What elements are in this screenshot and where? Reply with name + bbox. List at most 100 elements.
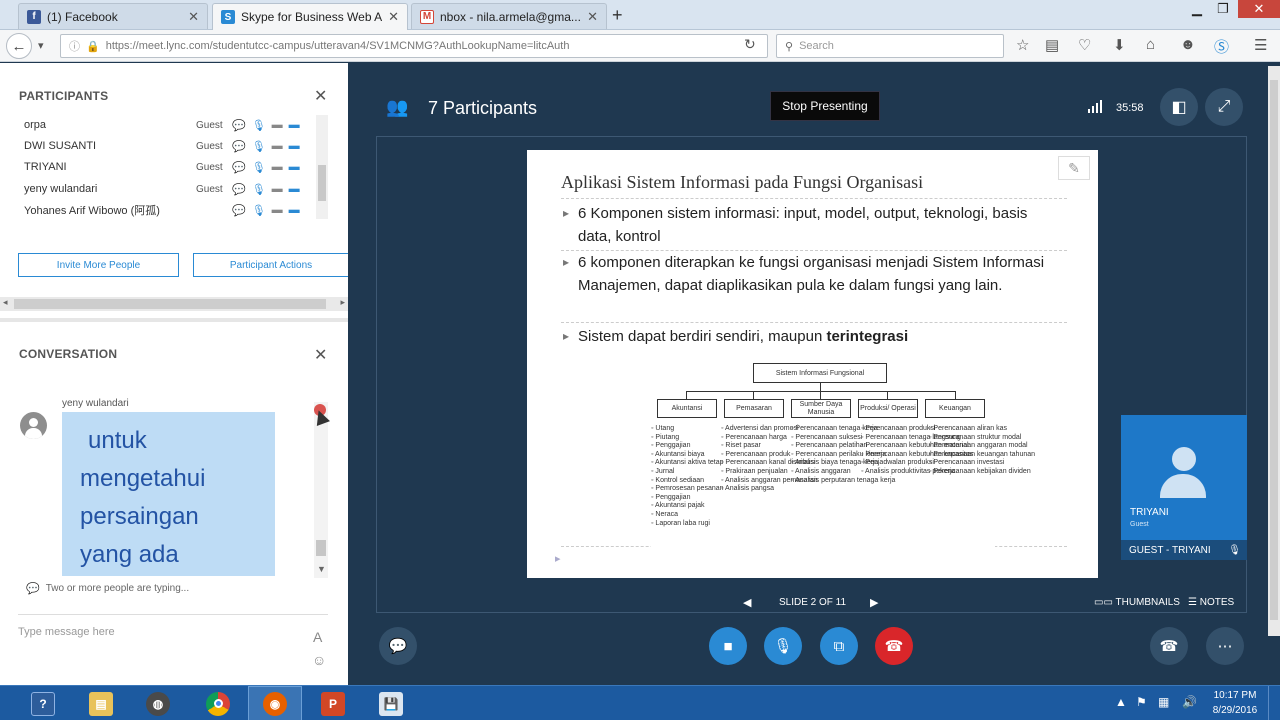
taskbar-chrome[interactable] <box>191 686 245 720</box>
globe-icon: ◍ <box>146 691 170 716</box>
stop-presenting-button[interactable]: Stop Presenting <box>770 91 880 121</box>
facebook-icon: f <box>27 9 41 24</box>
taskbar-clock[interactable]: 10:17 PM 8/29/2016 <box>1210 688 1260 718</box>
meeting-timer: 35:58 <box>1116 102 1144 114</box>
fullscreen-button[interactable]: ⤢ <box>1205 88 1243 126</box>
participants-scrollbar[interactable] <box>316 115 328 219</box>
scroll-right-icon[interactable]: ▸ <box>340 297 345 308</box>
bookmark-star-icon[interactable]: ☆ <box>1016 36 1029 54</box>
new-tab-button[interactable]: + <box>612 5 623 26</box>
notes-button[interactable]: ☰ NOTES <box>1188 597 1234 608</box>
close-participants-icon[interactable]: ✕ <box>314 86 327 106</box>
conversation-button[interactable]: 💬 <box>379 627 417 665</box>
info-icon[interactable]: ⓘ <box>69 38 80 54</box>
download-icon[interactable]: ⬇ <box>1113 36 1126 54</box>
participant-count[interactable]: 7 Participants <box>428 98 537 119</box>
close-tab-icon[interactable]: ✕ <box>188 9 199 25</box>
tab-gmail[interactable]: M nbox - nila.armela@gma... ✕ <box>411 3 607 29</box>
taskbar-globe[interactable]: ◍ <box>131 686 185 720</box>
skype-extension-icon[interactable]: Ⓢ <box>1214 36 1229 57</box>
font-format-icon[interactable]: A <box>313 629 322 645</box>
address-bar[interactable]: ⓘ 🔒 https://meet.lync.com/studentutcc-ca… <box>60 34 768 58</box>
minimize-button[interactable]: ▁ <box>1183 0 1211 18</box>
volume-icon[interactable]: 🔊 <box>1182 695 1197 709</box>
participant-row[interactable]: DWI SUSANTI Guest 💬 🎙 ▬ ▬ <box>24 136 324 156</box>
diagram-item: ◦ Perencanaan keuangan tahunan <box>929 450 1036 458</box>
diagram-item: ◦ Perencanaan investasi <box>929 459 1005 467</box>
participant-row[interactable]: Yohanes Arif Wibowo (阿孤) 💬 🎙 ▬ ▬ <box>24 200 324 220</box>
tab-title: (1) Facebook <box>47 9 118 24</box>
panel-divider[interactable] <box>0 318 348 322</box>
history-dropdown-icon[interactable]: ▾ <box>38 39 44 52</box>
call-controls-button[interactable]: ☎ <box>1150 627 1188 665</box>
window-close-button[interactable]: ✕ <box>1238 0 1280 18</box>
diagram-item: ◦ Perencanaan kebijakan dividen <box>929 467 1031 475</box>
camera-icon: ▬ <box>271 183 283 195</box>
reading-list-icon[interactable]: ▤ <box>1045 36 1059 54</box>
help-icon: ? <box>31 691 55 716</box>
start-button[interactable]: ? <box>16 686 70 720</box>
layout-view-button[interactable]: ◧ <box>1160 88 1198 126</box>
participant-row[interactable]: TRIYANI Guest 💬 🎙 ▬ ▬ <box>24 157 324 177</box>
scroll-down-icon[interactable]: ▼ <box>317 564 326 574</box>
participants-icon[interactable]: 👥 <box>386 97 408 118</box>
close-tab-icon[interactable]: ✕ <box>388 9 399 25</box>
close-tab-icon[interactable]: ✕ <box>587 9 598 25</box>
present-button[interactable]: ⧉ <box>820 627 858 665</box>
search-icon: ⚲ <box>785 40 794 53</box>
scroll-left-icon[interactable]: ◂ <box>3 297 8 308</box>
pen-annotation-icon[interactable]: ✎ <box>1058 156 1090 180</box>
microphone-button[interactable]: 🎙 <box>764 627 802 665</box>
thumbnails-button[interactable]: ▭▭ THUMBNAILS <box>1094 597 1180 608</box>
firefox-icon: ◉ <box>263 691 287 716</box>
participant-row[interactable]: orpa Guest 💬 🎙 ▬ ▬ <box>24 115 324 135</box>
menu-icon[interactable]: ☰ <box>1254 36 1267 54</box>
extension-icon[interactable]: ☻ <box>1180 36 1196 53</box>
close-conversation-icon[interactable]: ✕ <box>314 345 327 365</box>
taskbar-powerpoint[interactable]: P <box>306 686 360 720</box>
diagram-item: ◦ Perencanaan anggaran modal <box>929 442 1028 450</box>
horizontal-scrollbar[interactable]: ◂ ▸ <box>0 297 348 311</box>
screen-icon: ▬ <box>288 140 300 152</box>
scrollbar-thumb[interactable] <box>14 299 326 309</box>
scrollbar-thumb[interactable] <box>1270 80 1278 620</box>
conversation-scrollbar[interactable]: ▼ <box>314 402 328 578</box>
stage-scrollbar[interactable] <box>1268 66 1280 636</box>
restore-button[interactable]: ❐ <box>1209 0 1237 18</box>
previous-slide-icon[interactable]: ◀ <box>743 596 751 609</box>
taskbar-app[interactable]: 💾 <box>364 686 418 720</box>
taskbar-firefox[interactable]: ◉ <box>248 686 302 720</box>
participant-actions-button[interactable]: Participant Actions <box>193 253 348 277</box>
participant-row[interactable]: yeny wulandari Guest 💬 🎙 ▬ ▬ <box>24 179 324 199</box>
video-button[interactable]: ■ <box>709 627 747 665</box>
show-desktop-button[interactable] <box>1268 686 1280 720</box>
next-slide-icon[interactable]: ▶ <box>870 596 878 609</box>
pocket-icon[interactable]: ♡ <box>1078 36 1091 54</box>
tab-title: Skype for Business Web A... <box>241 10 383 24</box>
hang-up-button[interactable]: ☎ <box>875 627 913 665</box>
message-line: untuk <box>88 427 147 454</box>
participant-video-tile[interactable]: TRIYANI Guest GUEST - TRIYANI 🎙 <box>1121 415 1247 560</box>
tile-role: Guest <box>1130 521 1149 528</box>
message-sender: yeny wulandari <box>62 398 129 409</box>
taskbar-explorer[interactable]: ▤ <box>74 686 128 720</box>
home-icon[interactable]: ⌂ <box>1146 36 1155 53</box>
tab-facebook[interactable]: f (1) Facebook ✕ <box>18 3 208 29</box>
scrollbar-thumb[interactable] <box>318 165 326 201</box>
notes-label: NOTES <box>1199 596 1235 608</box>
tray-expand-icon[interactable]: ▲ <box>1115 695 1127 709</box>
reload-icon[interactable]: ↻ <box>744 36 756 53</box>
scrollbar-thumb[interactable] <box>316 540 326 556</box>
message-input[interactable]: Type message here <box>18 626 115 638</box>
search-input[interactable]: ⚲ Search <box>776 34 1004 58</box>
network-icon[interactable]: ▦ <box>1158 695 1169 709</box>
diagram-item: ◦ Akuntansi aktiva tetap <box>651 459 724 467</box>
invite-more-people-button[interactable]: Invite More People <box>18 253 179 277</box>
tab-skype[interactable]: S Skype for Business Web A... ✕ <box>212 3 408 30</box>
more-options-button[interactable]: ⋯ <box>1206 627 1244 665</box>
message-bubble: untuk mengetahui persaingan yang ada <box>62 412 275 576</box>
tray-app-icon[interactable]: ⚑ <box>1136 695 1147 709</box>
participants-title: PARTICIPANTS <box>19 89 109 103</box>
emoji-icon[interactable]: ☺ <box>312 652 326 668</box>
back-button[interactable]: ← <box>6 33 32 59</box>
